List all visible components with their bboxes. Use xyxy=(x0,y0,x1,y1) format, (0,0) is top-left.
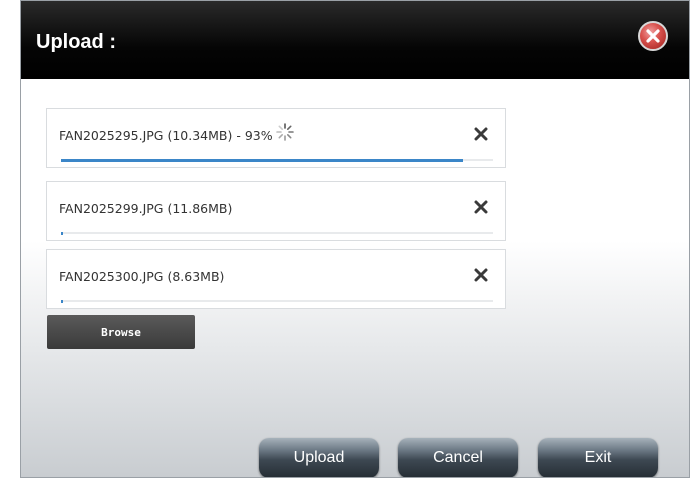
title-bar: Upload : xyxy=(21,1,689,79)
exit-button[interactable]: Exit xyxy=(538,438,658,477)
browse-button[interactable]: Browse xyxy=(47,315,195,349)
upload-button[interactable]: Upload xyxy=(259,438,379,477)
upload-dialog: Upload : FAN2025295.JPG (10.34MB) - 93% xyxy=(20,0,690,478)
x-icon xyxy=(474,200,488,214)
x-icon xyxy=(474,127,488,141)
file-label: FAN2025300.JPG (8.63MB) xyxy=(59,269,225,284)
remove-file-button[interactable] xyxy=(472,198,490,216)
x-icon xyxy=(474,268,488,282)
progress-fill xyxy=(61,300,63,303)
spinner-icon xyxy=(276,123,294,141)
progress-track xyxy=(61,300,493,303)
close-icon xyxy=(646,29,660,43)
cancel-button[interactable]: Cancel xyxy=(398,438,518,477)
remove-file-button[interactable] xyxy=(472,125,490,143)
file-label: FAN2025295.JPG (10.34MB) - 93% xyxy=(59,128,273,143)
dialog-title: Upload : xyxy=(36,31,116,53)
progress-track xyxy=(61,159,493,162)
file-label: FAN2025299.JPG (11.86MB) xyxy=(59,201,233,216)
file-row: FAN2025300.JPG (8.63MB) xyxy=(46,249,506,309)
progress-fill xyxy=(61,232,63,235)
remove-file-button[interactable] xyxy=(472,266,490,284)
file-row: FAN2025295.JPG (10.34MB) - 93% xyxy=(46,108,506,168)
progress-fill xyxy=(61,159,463,162)
progress-track xyxy=(61,232,493,235)
close-button[interactable] xyxy=(638,21,668,51)
file-row: FAN2025299.JPG (11.86MB) xyxy=(46,181,506,241)
